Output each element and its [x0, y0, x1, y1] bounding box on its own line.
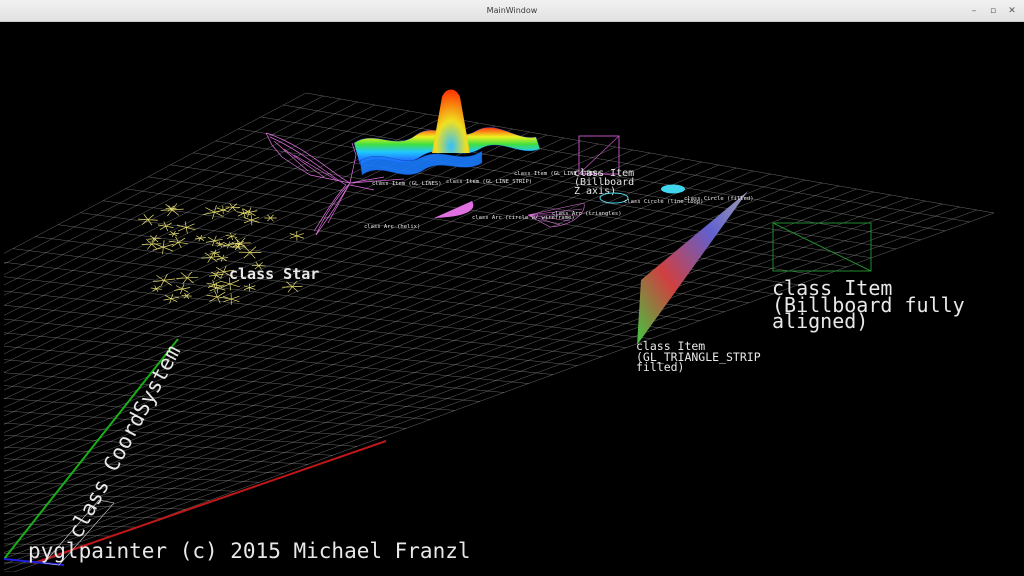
grid-line	[4, 458, 284, 474]
star-ray	[225, 206, 240, 208]
grid-line	[4, 197, 909, 547]
label-circle-filled: class Circle (filled)	[684, 196, 754, 202]
label-line-strip: class Item (GL_LINE_STRIP)	[446, 179, 532, 185]
gl-viewport[interactable]: class Item (Billboard Z axis) class Item…	[4, 25, 1022, 572]
circle-filled	[661, 184, 685, 194]
grid-line	[4, 176, 788, 501]
label-arc-triangles: class Arc (triangles)	[552, 211, 622, 217]
star-cloud	[137, 203, 304, 305]
grid-line	[4, 188, 857, 528]
billboard-full-label-3: aligned)	[772, 309, 868, 333]
star-ray	[177, 223, 195, 232]
minimize-button[interactable]: –	[968, 5, 980, 17]
maximize-button[interactable]: ▫	[987, 5, 999, 17]
star-ray	[174, 287, 191, 291]
label-line-strip-2: class Item (GL_LINE_STRIP)	[514, 171, 600, 177]
grid-line	[4, 276, 627, 348]
coord-system-label: class CoordSystem	[63, 341, 185, 542]
star-ray	[147, 237, 161, 240]
copyright-label: pyglpainter (c) 2015 Michael Franzl	[28, 539, 471, 563]
window-title: MainWindow	[486, 6, 538, 15]
label-lines: class Item (GL_LINES)	[372, 181, 442, 187]
grid-line	[4, 262, 652, 339]
grid-line	[4, 385, 431, 420]
scene-canvas[interactable]: class Item (Billboard Z axis) class Item…	[4, 25, 1022, 572]
billboard-full-frame	[772, 222, 872, 272]
class-star-label: class Star	[229, 265, 319, 283]
close-button[interactable]: ✕	[1006, 5, 1018, 17]
strip-label-3: filled)	[636, 360, 684, 374]
title-bar[interactable]: MainWindow – ▫ ✕	[0, 0, 1024, 22]
main-window: MainWindow – ▫ ✕ class Item (Billboard Z…	[0, 0, 1024, 576]
grid-line	[4, 164, 719, 472]
grid-line	[4, 161, 702, 465]
grid-line	[4, 290, 603, 357]
arc-circle-filled	[434, 201, 474, 218]
grid-line	[4, 398, 407, 429]
grid-line	[4, 346, 505, 393]
label-arc-helix: class Arc (helix)	[364, 224, 420, 230]
star-ray	[201, 255, 221, 259]
grid-line	[4, 185, 840, 522]
star-ray	[181, 295, 192, 297]
surface-peak	[432, 89, 470, 153]
billboard-z-label-3: Z axis)	[574, 186, 616, 197]
triangle-strip-filled	[637, 191, 748, 345]
grid-line	[4, 446, 309, 465]
